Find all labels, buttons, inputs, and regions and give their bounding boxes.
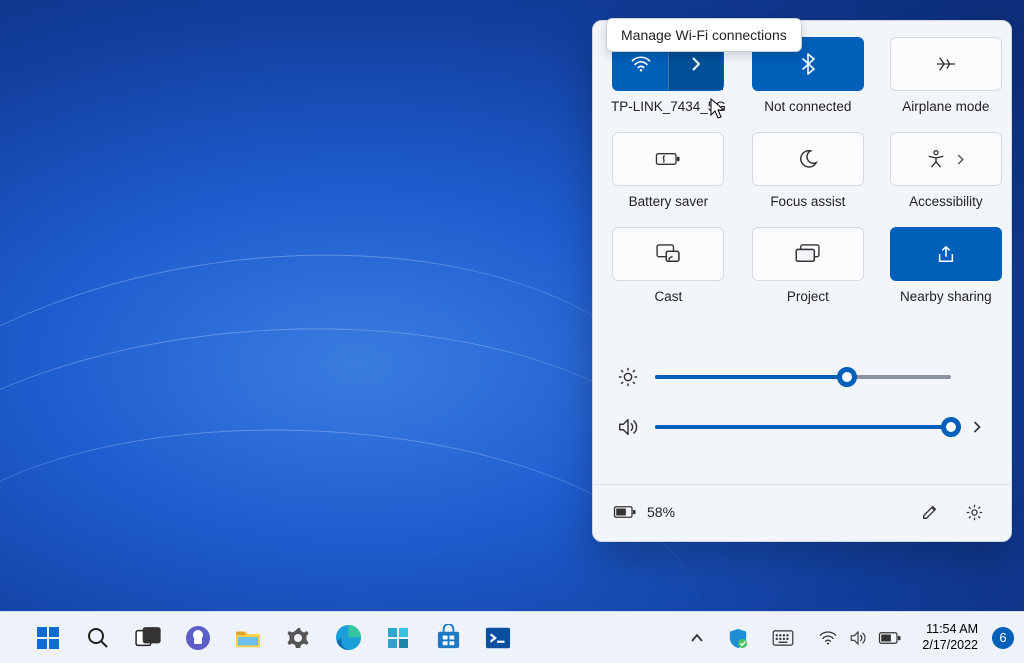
search-button[interactable] [76,616,120,660]
project-label: Project [787,289,829,304]
tray-overflow-button[interactable] [680,629,714,647]
windows-security-tray-icon[interactable] [718,623,758,653]
volume-tray-icon [848,629,868,647]
battery-icon [613,505,637,519]
airplane-icon [935,54,957,74]
clock-date: 2/17/2022 [922,638,978,654]
brightness-slider[interactable] [655,375,951,379]
tile-accessibility: Accessibility [890,132,1002,209]
wifi-label: TP-LINK_7434_5G [611,99,726,114]
volume-output-button[interactable] [967,420,987,434]
gear-icon [965,503,984,522]
quick-settings-panel: TP-LINK_7434_5G Not connected Airplane m… [592,20,1012,542]
network-volume-battery-tray[interactable] [808,625,912,651]
bluetooth-icon [801,53,815,75]
cast-icon [656,244,680,264]
volume-slider[interactable] [655,425,951,429]
terminal-button[interactable] [476,616,520,660]
nearby-sharing-button[interactable] [890,227,1002,281]
bluetooth-label: Not connected [764,99,851,114]
chevron-right-icon [690,56,702,72]
file-explorer-button[interactable] [226,616,270,660]
taskbar-clock[interactable]: 11:54 AM 2/17/2022 [916,622,984,653]
cast-label: Cast [655,289,683,304]
nearby-sharing-label: Nearby sharing [900,289,992,304]
battery-saver-label: Battery saver [629,194,709,209]
tile-nearby-sharing: Nearby sharing [890,227,1002,304]
edit-quick-settings-button[interactable] [913,495,947,529]
focus-assist-button[interactable] [752,132,864,186]
battery-saver-button[interactable] [612,132,724,186]
wifi-manage-tooltip: Manage Wi-Fi connections [606,18,802,52]
airplane-button[interactable] [890,37,1002,91]
settings-app-button[interactable] [276,616,320,660]
clock-time: 11:54 AM [922,622,978,638]
wifi-tray-icon [818,630,838,646]
cast-button[interactable] [612,227,724,281]
airplane-label: Airplane mode [902,99,989,114]
taskbar-system-tray: 11:54 AM 2/17/2022 6 [680,622,1014,653]
chevron-right-icon [956,153,965,166]
battery-percent-text[interactable]: 58% [647,504,675,520]
moon-icon [798,149,818,169]
volume-slider-row [617,416,987,438]
tile-battery-saver: Battery saver [611,132,726,209]
accessibility-label: Accessibility [909,194,983,209]
tile-focus-assist: Focus assist [752,132,864,209]
app-button-1[interactable] [376,616,420,660]
touch-keyboard-tray-icon[interactable] [762,626,804,650]
project-icon [795,244,821,264]
brightness-slider-row [617,366,987,388]
battery-saver-icon [655,151,681,167]
wifi-icon [630,55,652,73]
chat-button[interactable] [176,616,220,660]
notification-count-badge[interactable]: 6 [992,627,1014,649]
edge-button[interactable] [326,616,370,660]
accessibility-icon [926,149,946,169]
share-icon [936,244,956,264]
brightness-icon [617,366,639,388]
start-button[interactable] [26,616,70,660]
project-button[interactable] [752,227,864,281]
focus-assist-label: Focus assist [770,194,845,209]
task-view-button[interactable] [126,616,170,660]
quick-settings-grid: TP-LINK_7434_5G Not connected Airplane m… [611,37,993,304]
quick-settings-footer: 58% [593,484,1011,541]
battery-tray-icon [878,631,902,645]
tile-cast: Cast [611,227,726,304]
mouse-cursor [710,98,728,120]
accessibility-button[interactable] [890,132,1002,186]
tile-airplane: Airplane mode [890,37,1002,114]
sliders-section [617,348,987,466]
taskbar-pinned-apps [26,616,520,660]
taskbar: 11:54 AM 2/17/2022 6 [0,611,1024,663]
pencil-icon [921,503,939,521]
open-settings-button[interactable] [957,495,991,529]
volume-icon [617,416,639,438]
tile-project: Project [752,227,864,304]
microsoft-store-button[interactable] [426,616,470,660]
